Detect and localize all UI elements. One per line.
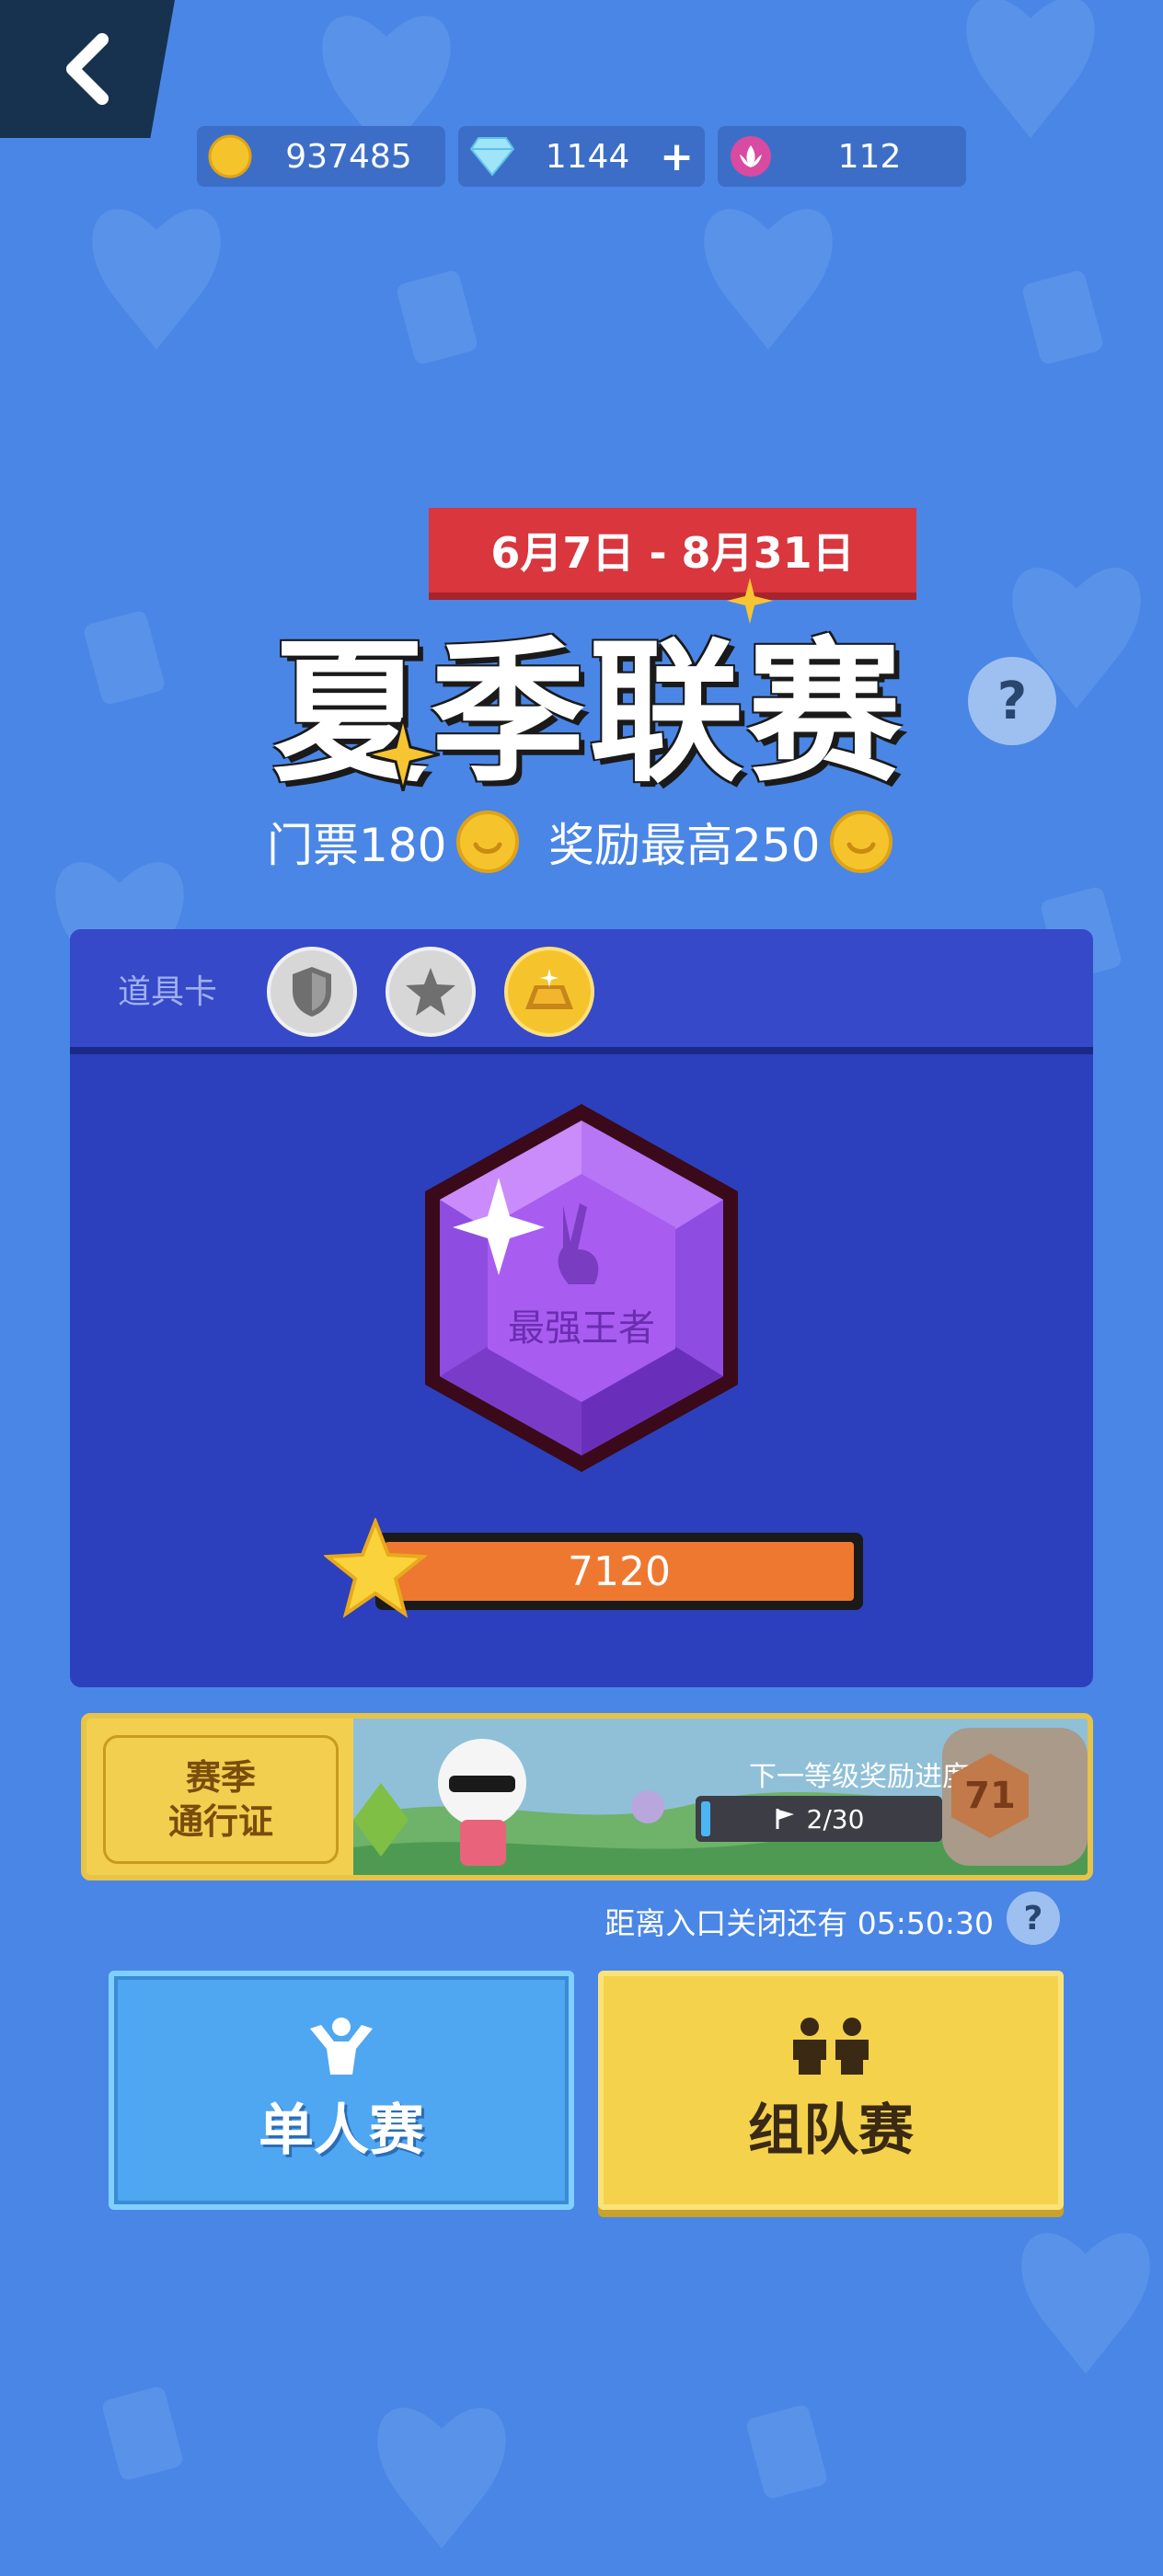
team-icon bbox=[793, 2017, 869, 2075]
season-pass-banner[interactable]: 赛季 通行证 下一等级奖励进度 2/30 71 bbox=[81, 1713, 1093, 1880]
season-pass-label: 赛季 通行证 bbox=[103, 1735, 339, 1864]
lotus-balance: 112 bbox=[718, 126, 966, 187]
reward-progress-value: 2/30 bbox=[806, 1803, 865, 1834]
season-pass-label-line2: 通行证 bbox=[167, 1801, 273, 1842]
rank-panel: 道具卡 最强王者 7120 bbox=[70, 929, 1093, 1687]
single-match-label: 单人赛 bbox=[259, 2098, 424, 2163]
lotus-icon bbox=[731, 136, 771, 177]
sparkle-star-icon bbox=[727, 578, 773, 624]
coin-icon bbox=[456, 811, 520, 873]
reward-progress-bar: 2/30 bbox=[696, 1796, 942, 1842]
lotus-amount: 112 bbox=[837, 137, 902, 176]
event-title: 夏季联赛 bbox=[272, 622, 905, 803]
season-pass-ticket: 赛季 通行证 bbox=[86, 1719, 353, 1875]
single-match-button[interactable]: 单人赛 bbox=[109, 1971, 574, 2210]
gem-amount: 1144 bbox=[545, 137, 630, 176]
score-bar: 7120 bbox=[375, 1533, 863, 1610]
rank-name: 最强王者 bbox=[508, 1307, 655, 1350]
shield-icon bbox=[293, 967, 331, 1017]
props-bar: 道具卡 bbox=[70, 929, 1093, 1054]
event-help-button[interactable]: ? bbox=[968, 657, 1056, 745]
star-card-slot[interactable] bbox=[386, 947, 476, 1037]
back-arrow-icon bbox=[66, 33, 109, 105]
ticket-cost: 门票180 bbox=[267, 810, 520, 874]
score-value: 7120 bbox=[385, 1542, 854, 1601]
coin-icon bbox=[830, 811, 893, 873]
add-gems-button[interactable]: + bbox=[660, 133, 694, 180]
flag-icon bbox=[776, 1809, 794, 1829]
rank-badge bbox=[425, 1104, 738, 1472]
diamond-icon bbox=[469, 137, 515, 177]
gold-bar-icon bbox=[525, 969, 573, 1009]
ticket-cost-label: 门票180 bbox=[267, 819, 447, 872]
coin-amount: 937485 bbox=[285, 137, 412, 176]
season-pass-label-line1: 赛季 bbox=[185, 1757, 256, 1798]
gold-card-slot[interactable] bbox=[504, 947, 594, 1037]
sparkle-star-icon bbox=[366, 718, 440, 791]
team-match-label: 组队赛 bbox=[748, 2098, 914, 2163]
back-button[interactable] bbox=[0, 0, 175, 138]
max-reward: 奖励最高250 bbox=[548, 810, 893, 874]
gem-balance: 1144 + bbox=[458, 126, 705, 187]
coin-balance: 937485 bbox=[197, 126, 445, 187]
single-player-icon bbox=[310, 2017, 373, 2075]
entry-close-countdown: 距离入口关闭还有 05:50:30 bbox=[605, 1905, 994, 1941]
props-label: 道具卡 bbox=[118, 973, 218, 1011]
date-range-banner: 6月7日 - 8月31日 bbox=[429, 508, 916, 592]
star-icon bbox=[324, 1518, 427, 1618]
coin-icon bbox=[208, 134, 252, 178]
shield-card-slot[interactable] bbox=[267, 947, 357, 1037]
reward-progress-text: 2/30 bbox=[696, 1796, 942, 1842]
max-reward-label: 奖励最高250 bbox=[548, 819, 821, 872]
star-icon bbox=[406, 968, 455, 1016]
countdown-help-button[interactable]: ? bbox=[1007, 1892, 1060, 1945]
team-match-button[interactable]: 组队赛 bbox=[598, 1971, 1064, 2210]
